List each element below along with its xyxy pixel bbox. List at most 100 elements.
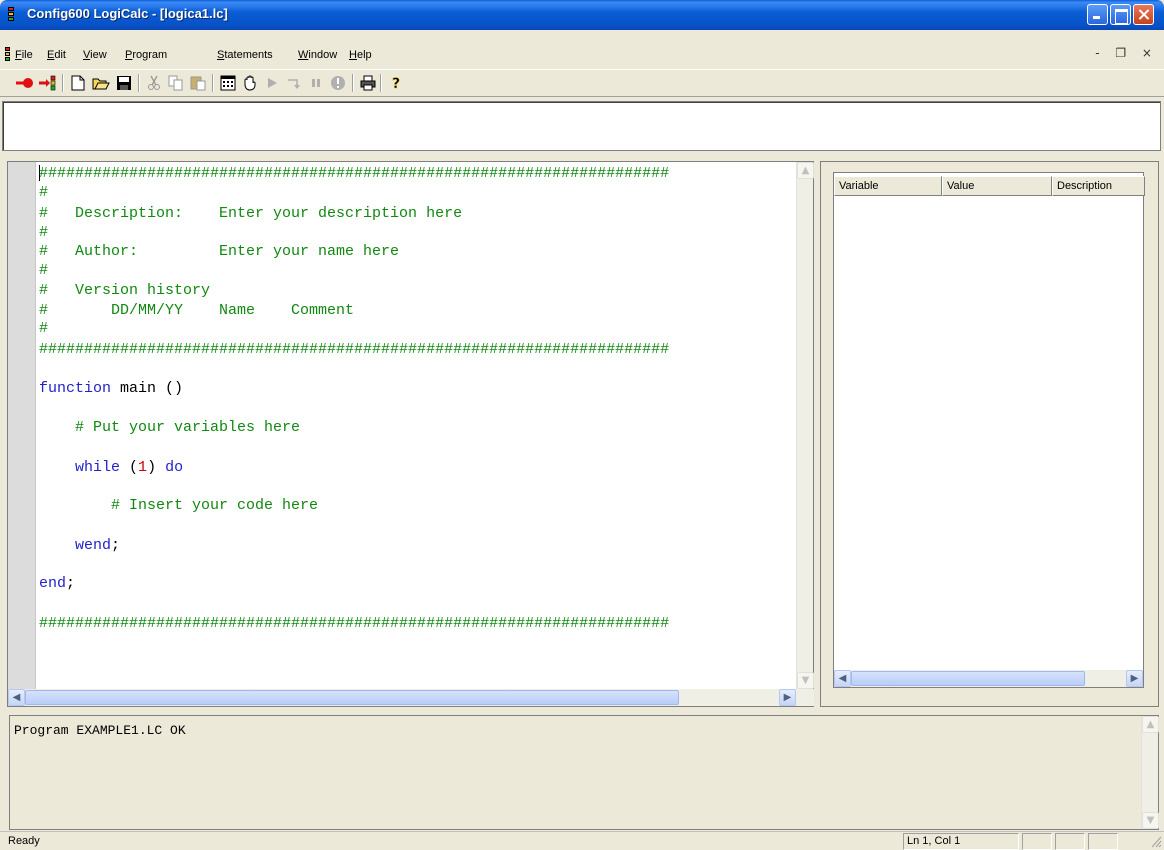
status-bar: Ready Ln 1, Col 1 [0,831,1164,850]
menu-file[interactable]: File [15,49,33,61]
menu-edit[interactable]: Edit [47,49,66,61]
pause-icon[interactable] [306,73,326,93]
toolbar-separator [380,74,382,92]
print-icon[interactable] [358,73,378,93]
title-bar[interactable]: Config600 LogiCalc - [logica1.lc] [0,0,1164,30]
column-value[interactable]: Value [942,176,1052,196]
output-pane[interactable]: Program EXAMPLE1.LC OK ▲ ▼ [9,715,1159,830]
code-line: function main () [39,379,183,399]
code-line: end; [39,574,75,594]
status-text: Ready [8,835,40,847]
keyword-do: do [165,459,184,476]
code-line: # [39,184,49,201]
new-file-icon[interactable] [68,73,88,93]
info-icon[interactable] [328,73,348,93]
close-button[interactable] [1133,4,1154,25]
code-line: # Insert your code here [39,496,318,516]
keyword-wend: wend [75,537,112,554]
menu-statements[interactable]: Statements [217,49,273,61]
maximize-button[interactable] [1110,4,1131,25]
toolbar-separator [62,74,64,92]
help-icon[interactable]: ? [386,73,406,93]
scroll-left-button[interactable]: ◀ [8,689,25,706]
code-line: # Version history [39,282,211,299]
column-variable[interactable]: Variable [834,176,942,196]
menu-program[interactable]: Program [125,49,167,61]
scroll-thumb[interactable] [851,671,1085,686]
run-icon[interactable] [262,73,282,93]
function-signature: main () [111,380,184,397]
code-line: # Description: Enter your description he… [39,205,463,222]
paren-close: ) [147,459,166,476]
code-line: ########################################… [39,165,670,182]
scroll-left-button[interactable]: ◀ [834,670,851,687]
code-line: # Put your variables here [39,418,300,438]
disconnect-icon[interactable] [38,73,58,93]
status-panel [1088,833,1118,850]
code-line: ########################################… [39,341,670,358]
minimize-button[interactable] [1087,4,1108,25]
editor-horizontal-scrollbar[interactable]: ◀ ▶ [8,689,814,706]
output-message: Program EXAMPLE1.LC OK [14,723,186,738]
comment-code: # Insert your code here [111,497,319,514]
menu-bar: File Edit View Program Statements Window… [0,44,1164,66]
cut-icon[interactable] [144,73,164,93]
toolbar: ? [0,69,1164,97]
keyword-while: while [75,459,121,476]
code-line: while (1) do [39,458,183,478]
editor-gutter[interactable] [8,162,36,689]
expression-input[interactable] [2,101,1161,151]
scroll-right-button[interactable]: ▶ [1126,670,1143,687]
keyword-end: end [39,575,67,592]
column-description[interactable]: Description [1052,176,1145,196]
scroll-up-button[interactable]: ▲ [797,162,814,179]
status-panel [1055,833,1085,850]
scroll-down-button[interactable]: ▼ [797,672,814,689]
menu-window[interactable]: Window [298,49,337,61]
code-line: # Author: Enter your name here [39,243,400,260]
code-editor[interactable]: ########################################… [7,161,814,707]
open-folder-icon[interactable] [91,73,111,93]
code-line: ########################################… [39,615,670,632]
code-line: wend; [39,536,120,556]
variables-list[interactable]: Variable Value Description ◀ ▶ [833,172,1145,688]
code-line: # [39,224,49,241]
paren-open: ( [120,459,139,476]
output-vertical-scrollbar[interactable]: ▲ ▼ [1141,716,1159,829]
variables-horizontal-scrollbar[interactable]: ◀ ▶ [834,670,1143,687]
copy-icon[interactable] [166,73,186,93]
mdi-window-controls[interactable]: - ❐ × [1095,46,1158,60]
status-panel [1022,833,1052,850]
resize-grip-icon[interactable] [1150,834,1162,848]
cursor-position: Ln 1, Col 1 [903,833,1019,850]
scroll-down-button[interactable]: ▼ [1142,812,1159,829]
save-icon[interactable] [114,73,134,93]
variables-panel: Variable Value Description ◀ ▶ [820,161,1159,707]
scroll-right-button[interactable]: ▶ [779,689,796,706]
document-traffic-light-icon[interactable] [5,47,10,62]
connect-icon[interactable] [15,73,35,93]
toolbar-separator [352,74,354,92]
compile-icon[interactable] [218,73,238,93]
keyword-function: function [39,380,112,397]
paste-icon[interactable] [188,73,208,93]
code-line: # [39,262,49,279]
stop-hand-icon[interactable] [240,73,260,93]
svg-text:?: ? [392,76,400,91]
editor-vertical-scrollbar[interactable]: ▲ ▼ [796,162,814,689]
window-title: Config600 LogiCalc - [logica1.lc] [27,6,228,21]
menu-view[interactable]: View [83,49,107,61]
code-area[interactable]: ########################################… [39,164,797,689]
step-icon[interactable] [284,73,304,93]
scroll-up-button[interactable]: ▲ [1142,716,1159,733]
number-literal: 1 [138,459,148,476]
menu-help[interactable]: Help [349,49,372,61]
app-traffic-light-icon [8,7,14,23]
toolbar-separator [212,74,214,92]
code-line: # [39,320,49,337]
semicolon: ; [66,575,76,592]
semicolon: ; [111,537,121,554]
comment-variables: # Put your variables here [75,419,301,436]
scroll-thumb[interactable] [25,690,679,705]
variables-header: Variable Value Description [834,176,1145,196]
